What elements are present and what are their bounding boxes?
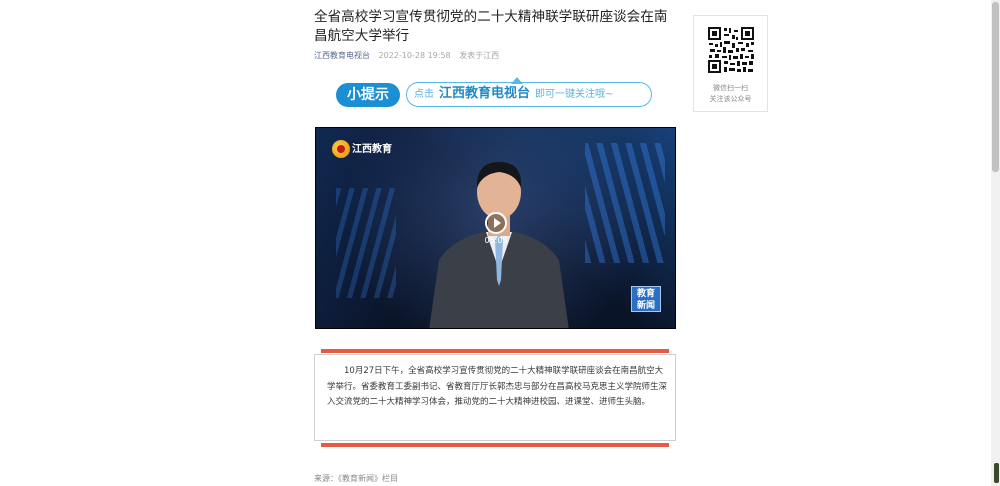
scrollbar-thumb[interactable] (992, 2, 999, 172)
channel-logo: 江西教育 (332, 140, 392, 160)
video-player[interactable]: 江西教育 05:05 教育 新闻 (315, 127, 676, 329)
qr-panel: 微信扫一扫 关注该公众号 (693, 15, 768, 112)
qr-caption: 微信扫一扫 关注该公众号 (694, 83, 767, 105)
news-badge-line-1: 教育 (636, 289, 655, 299)
tip-prefix: 点击 (414, 89, 434, 100)
article-meta: 江西教育电视台 2022-10-28 19:58 发表于江西 (314, 50, 678, 61)
publish-location: 发表于江西 (459, 51, 500, 60)
publish-time: 2022-10-28 19:58 (378, 51, 451, 60)
news-badge-line-2: 新闻 (636, 301, 655, 311)
page-scrollbar[interactable] (991, 0, 1000, 486)
summary-frame: 10月27日下午，全省高校学习宣传贯彻党的二十大精神联学联研座谈会在南昌航空大学… (314, 354, 676, 441)
qr-code-icon (707, 26, 755, 74)
video-duration: 05:05 (484, 236, 508, 245)
tip-channel-name: 江西教育电视台 (439, 86, 531, 101)
channel-logo-icon (332, 140, 350, 158)
tip-arrow-icon (511, 77, 523, 84)
summary-box: 10月27日下午，全省高校学习宣传贯彻党的二十大精神联学联研座谈会在南昌航空大学… (314, 349, 676, 447)
summary-top-bar (321, 349, 669, 353)
news-program-badge: 教育 新闻 (631, 286, 661, 312)
tip-suffix: 即可一键关注哦~ (535, 89, 614, 100)
source-account-link[interactable]: 江西教育电视台 (314, 51, 370, 60)
play-button[interactable] (485, 212, 507, 234)
channel-logo-text: 江西教育 (352, 144, 392, 155)
tip-badge: 小提示 (336, 83, 400, 107)
qr-caption-line-2: 关注该公众号 (709, 95, 752, 103)
video-backdrop-lights (585, 143, 665, 263)
source-note: 来源：《教育新闻》栏目 (314, 474, 398, 483)
floating-widget-icon[interactable] (994, 463, 999, 483)
qr-caption-line-1: 微信扫一扫 (713, 84, 748, 92)
summary-text: 10月27日下午，全省高校学习宣传贯彻党的二十大精神联学联研座谈会在南昌航空大学… (327, 366, 668, 407)
article-title: 全省高校学习宣传贯彻党的二十大精神联学联研座谈会在南昌航空大学举行 (314, 9, 668, 44)
video-backdrop-lights-left (336, 188, 396, 298)
follow-tip-banner[interactable]: 小提示 点击 江西教育电视台 即可一键关注哦~ (336, 77, 654, 111)
summary-bottom-bar (321, 443, 669, 447)
tip-pill: 点击 江西教育电视台 即可一键关注哦~ (406, 77, 652, 107)
